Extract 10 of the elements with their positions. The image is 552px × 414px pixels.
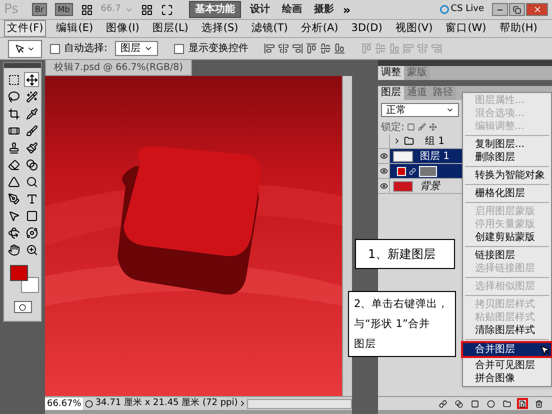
document-size: 34.71 厘米 x 21.45 厘米 (72 ppi)	[95, 396, 238, 410]
lock-label: 锁定:	[381, 120, 404, 134]
show-transform-label: 显示变换控件	[188, 42, 248, 56]
layer-name: 图层 1	[420, 150, 450, 164]
layer-name: 组 1	[425, 134, 445, 148]
app-logo: Ps	[4, 0, 20, 19]
callout-text: 2、单击右键弹出， 与“形状 1”合并 图层	[354, 297, 449, 352]
layer-name: 背景	[420, 180, 440, 194]
auto-select-label: 自动选择:	[64, 42, 108, 56]
callout-text: 1、新建图层	[368, 246, 436, 263]
